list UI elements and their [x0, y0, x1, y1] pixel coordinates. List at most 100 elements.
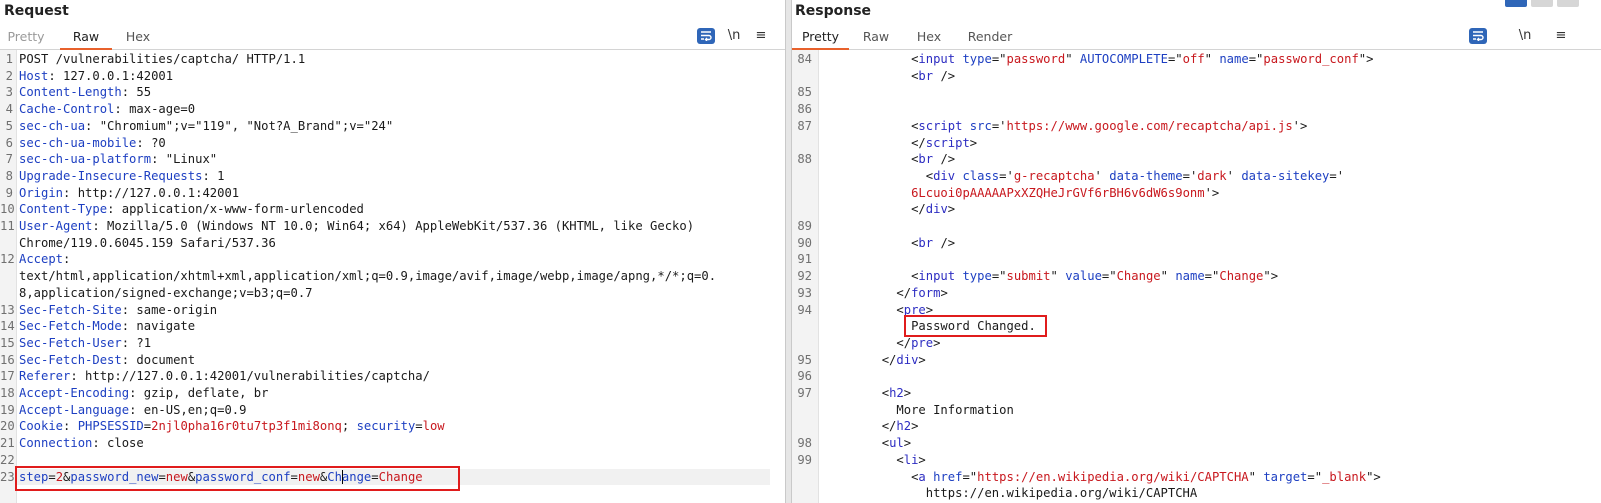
token-key: Content-Type [19, 202, 108, 217]
token-text: </ [881, 352, 897, 367]
code-line: <a href="https://en.wikipedia.org/wiki/C… [911, 470, 1381, 484]
code-line: <h2> [882, 386, 911, 400]
code-line: Sec-Fetch-Site: same-origin [19, 303, 217, 317]
code-line: sec-ch-ua: "Chromium";v="119", "Not?A_Br… [19, 119, 393, 133]
token-key: Sec-Fetch-Site [19, 302, 122, 317]
token-text: > [969, 135, 978, 150]
token-key: sec-ch-ua-platform [19, 152, 152, 167]
token-text: : [63, 252, 71, 267]
token-tag: h2 [896, 419, 912, 434]
code-line: Content-Type: application/x-www-form-url… [19, 202, 364, 216]
request-tabs: Pretty Raw Hex [0, 27, 785, 50]
token-text: > [940, 285, 948, 300]
tab-request-raw[interactable]: Raw [60, 27, 112, 50]
token-text: < [881, 386, 890, 400]
newline-toggle-button[interactable]: \n [725, 27, 743, 45]
token-value: https://en.wikipedia.org/wiki/CAPTCHA [977, 469, 1249, 484]
layout-side-by-side-icon[interactable] [1505, 0, 1527, 7]
code-line: sec-ch-ua-mobile: ?0 [19, 136, 166, 150]
token-text: < [925, 168, 934, 183]
layout-tabs-icon[interactable] [1557, 0, 1579, 7]
hamburger-menu-icon[interactable]: ≡ [1552, 27, 1570, 45]
code-line: </pre> [896, 336, 940, 350]
tab-response-raw[interactable]: Raw [853, 27, 899, 48]
line-number: 95 [797, 352, 812, 367]
token-value: off [1182, 52, 1205, 66]
code-line: <div class='g-recaptcha' data-theme='dar… [926, 169, 1344, 183]
line-number: 20 [0, 419, 15, 434]
token-text: /> [933, 68, 956, 83]
token-key: Upgrade-Insecure-Requests [19, 168, 203, 183]
line-number: 1 [5, 52, 13, 66]
code-line: </script> [911, 136, 977, 150]
token-text: /> [933, 152, 956, 167]
line-number: 96 [797, 369, 812, 384]
token-text: : http://127.0.0.1:42001 [63, 185, 240, 200]
code-line: Sec-Fetch-Dest: document [19, 353, 195, 367]
line-number: 15 [0, 335, 15, 350]
wrap-lines-icon[interactable] [697, 28, 715, 44]
response-pane: Response Pretty Raw Hex Render \n ≡ 84 <i… [792, 0, 1601, 503]
token-key: security [356, 419, 416, 434]
code-line: Sec-Fetch-Mode: navigate [19, 319, 195, 333]
token-text: =" [1167, 52, 1183, 66]
tab-response-render[interactable]: Render [961, 27, 1019, 48]
code-line: <input type="password" AUTOCOMPLETE="off… [911, 52, 1373, 66]
pane-splitter[interactable] [785, 0, 792, 503]
code-line: Connection: close [19, 436, 144, 450]
token-text: : 55 [121, 85, 152, 100]
token-text: =" [1204, 269, 1220, 284]
code-line: Sec-Fetch-User: ?1 [19, 336, 151, 350]
token-key: User-Agent [19, 219, 93, 233]
token-text: "> [1263, 269, 1279, 284]
layout-horizontal-icon[interactable] [1531, 0, 1553, 7]
token-text: = [371, 469, 379, 484]
tab-request-pretty[interactable]: Pretty [0, 27, 52, 48]
token-text: </ [896, 285, 912, 300]
code-line: https://en.wikipedia.org/wiki/CAPTCHA [926, 486, 1198, 500]
line-number: 87 [797, 118, 812, 133]
token-text: " [1065, 52, 1080, 66]
token-value: 2 [55, 469, 64, 484]
token-text: =' [1329, 168, 1345, 183]
line-number: 84 [797, 52, 812, 66]
token-text: : http://127.0.0.1:42001/vulnerabilities… [70, 369, 430, 384]
token-key: value [1065, 269, 1102, 284]
token-tag: input [918, 52, 956, 66]
token-value: 2njl0pha16r0tu7tp3f1mi8onq [151, 419, 342, 434]
token-tag: input [918, 269, 956, 284]
response-editor[interactable]: 84 <input type="password" AUTOCOMPLETE="o… [792, 50, 1601, 503]
line-number: 99 [797, 452, 812, 467]
token-key: class [962, 168, 1000, 183]
hamburger-menu-icon[interactable]: ≡ [752, 27, 770, 45]
token-text: https://en.wikipedia.org/wiki/CAPTCHA [925, 486, 1198, 501]
token-text: : Mozilla/5.0 (Windows NT 10.0; Win64; x… [92, 219, 695, 233]
token-tag: script [925, 135, 970, 150]
newline-toggle-button[interactable]: \n [1516, 27, 1534, 45]
tab-response-hex[interactable]: Hex [907, 27, 951, 48]
line-number: 93 [797, 285, 812, 300]
tab-response-pretty[interactable]: Pretty [792, 27, 849, 50]
token-value: 6Lcuoi0pAAAAAPxXZQHeJrGVf6rBH6v6dW6s9onm [911, 185, 1205, 200]
token-key: Change [327, 469, 372, 484]
code-line: <li> [896, 453, 925, 467]
code-line: <br /> [911, 236, 955, 250]
line-number: 17 [0, 369, 15, 384]
request-editor[interactable]: 1 POST /vulnerabilities/captcha/ HTTP/1.1… [0, 50, 785, 503]
token-key: Host [19, 68, 49, 83]
tab-request-hex[interactable]: Hex [116, 27, 160, 48]
token-value: password_conf [1263, 52, 1359, 66]
wrap-lines-icon[interactable] [1469, 28, 1487, 44]
token-key: Accept-Language [19, 402, 130, 417]
token-key: Accept [19, 252, 64, 267]
line-number: 90 [797, 235, 812, 250]
code-line: Referer: http://127.0.0.1:42001/vulnerab… [19, 369, 430, 383]
token-key: type [962, 52, 992, 66]
line-number: 10 [0, 202, 15, 217]
token-value: low [422, 419, 445, 434]
token-text: =' [999, 168, 1014, 183]
token-text: = [143, 419, 152, 434]
token-value: new [297, 469, 320, 484]
token-text: =' [1182, 168, 1198, 183]
